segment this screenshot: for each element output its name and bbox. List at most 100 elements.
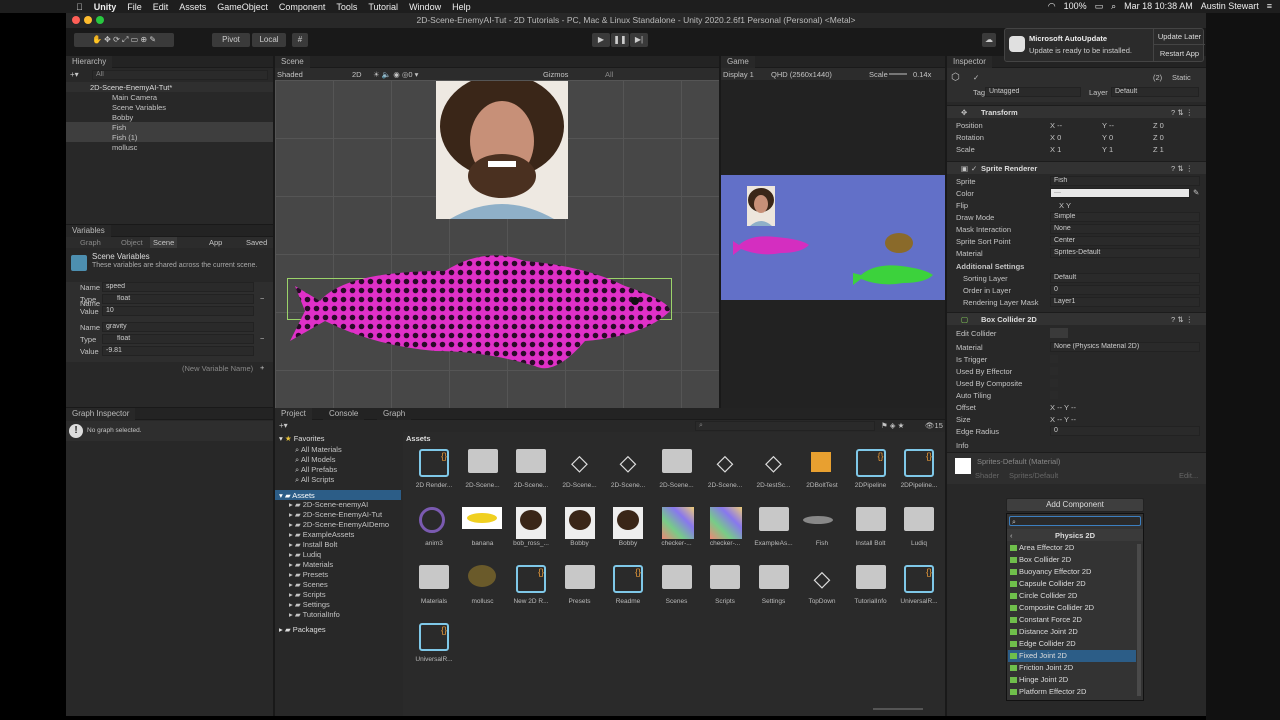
var-type-select[interactable]: float: [102, 334, 254, 344]
hierarchy-search-input[interactable]: All: [92, 70, 268, 80]
static-checkbox[interactable]: Static: [1172, 73, 1191, 82]
add-object-button[interactable]: +▾: [70, 70, 84, 79]
component-option[interactable]: Platform Effector 2D: [1008, 686, 1136, 698]
minimize-window-button[interactable]: [84, 16, 92, 24]
username[interactable]: Austin Stewart: [1201, 1, 1259, 12]
asset-item[interactable]: {} UniversalR...: [896, 562, 942, 610]
asset-item[interactable]: ◇ 2D-Scene...: [605, 446, 651, 494]
favorite-all-materials[interactable]: ⌕ All Materials: [295, 445, 342, 455]
component-option[interactable]: Composite Collider 2D: [1008, 602, 1136, 614]
2d-toggle[interactable]: 2D: [352, 70, 362, 79]
tab-inspector[interactable]: Inspector: [947, 56, 992, 68]
asset-item[interactable]: TutorialInfo: [848, 562, 894, 610]
popup-scrollbar[interactable]: [1137, 544, 1141, 696]
wifi-icon[interactable]: ◠: [1048, 1, 1056, 12]
scope-tab-saved[interactable]: Saved: [246, 238, 267, 247]
scene-search-input[interactable]: All: [605, 70, 613, 79]
shading-dropdown[interactable]: Shaded: [277, 70, 303, 79]
favorites-foldout[interactable]: ▾ ★ Favorites: [279, 434, 325, 443]
remove-variable-button[interactable]: −: [260, 334, 264, 343]
tree-folder[interactable]: ▸ ▰ Scenes: [289, 580, 328, 589]
scope-tab-object[interactable]: Object: [121, 238, 143, 247]
color-field[interactable]: —: [1050, 188, 1190, 198]
component-option[interactable]: Buoyancy Effector 2D: [1008, 566, 1136, 578]
scope-tab-graph[interactable]: Graph: [80, 238, 101, 247]
step-button[interactable]: ▶|: [630, 33, 648, 47]
sprite-renderer-header[interactable]: ▣ ✓ Sprite Renderer ? ⇅ ⋮: [947, 161, 1206, 174]
hierarchy-item-scene-variables[interactable]: Scene Variables: [66, 102, 273, 112]
restart-app-button[interactable]: Restart App: [1153, 45, 1205, 62]
scale-z[interactable]: Z 1: [1153, 145, 1164, 154]
hierarchy-item-bobby[interactable]: Bobby: [66, 112, 273, 122]
asset-item[interactable]: Presets: [557, 562, 603, 610]
asset-item[interactable]: ExampleAs...: [751, 504, 797, 552]
asset-item[interactable]: ◇ 2D-Scene...: [702, 446, 748, 494]
scale-x[interactable]: X 1: [1050, 145, 1061, 154]
component-option[interactable]: Box Collider 2D: [1008, 554, 1136, 566]
position-x[interactable]: X --: [1050, 121, 1062, 130]
component-option[interactable]: Fixed Joint 2D: [1008, 650, 1136, 662]
asset-item[interactable]: Materials: [411, 562, 457, 610]
eyedropper-icon[interactable]: ✎: [1193, 188, 1199, 197]
component-option[interactable]: Friction Joint 2D: [1008, 662, 1136, 674]
offset-fields[interactable]: X -- Y --: [1050, 403, 1076, 412]
resolution-dropdown[interactable]: QHD (2560x1440): [771, 70, 832, 79]
tree-folder[interactable]: ▸ ▰ Materials: [289, 560, 333, 569]
menu-assets[interactable]: Assets: [179, 2, 206, 12]
sprite-sort-point-dropdown[interactable]: Center: [1050, 236, 1200, 246]
asset-item[interactable]: Bobby: [605, 504, 651, 552]
used-by-effector-checkbox[interactable]: [1050, 367, 1058, 375]
var-value-field[interactable]: -9.81: [102, 346, 254, 356]
add-component-button[interactable]: Add Component: [1006, 498, 1144, 512]
tree-folder[interactable]: ▸ ▰ 2D-Scene-EnemyAIDemo: [289, 520, 389, 529]
is-trigger-checkbox[interactable]: [1050, 355, 1058, 363]
datetime[interactable]: Mar 18 10:38 AM: [1124, 1, 1193, 12]
game-viewport[interactable]: [721, 175, 945, 300]
rotation-x[interactable]: X 0: [1050, 133, 1061, 142]
tree-packages[interactable]: ▸ ▰ Packages: [279, 625, 326, 634]
component-menu-icon[interactable]: ? ⇅ ⋮: [1171, 315, 1193, 324]
scene-sprite-bobby[interactable]: [436, 81, 568, 219]
tree-folder[interactable]: ▸ ▰ 2D-Scene-EnemyAI-Tut: [289, 510, 382, 519]
var-value-field[interactable]: 10: [102, 306, 254, 316]
asset-item[interactable]: Bobby: [557, 504, 603, 552]
tree-folder[interactable]: ▸ ▰ ExampleAssets: [289, 530, 354, 539]
menu-tools[interactable]: Tools: [336, 2, 357, 12]
asset-item[interactable]: {} 2DPipeline: [848, 446, 894, 494]
transform-header[interactable]: ✥ Transform ? ⇅ ⋮: [947, 105, 1206, 118]
scale-y[interactable]: Y 1: [1102, 145, 1113, 154]
collider-material-field[interactable]: None (Physics Material 2D): [1050, 342, 1200, 352]
tree-folder[interactable]: ▸ ▰ Ludiq: [289, 550, 321, 559]
asset-item[interactable]: Scenes: [654, 562, 700, 610]
scene-view-icons[interactable]: ☀ 🔈 ◉ ◎0 ▾: [373, 70, 418, 79]
favorite-all-models[interactable]: ⌕ All Models: [295, 455, 335, 465]
asset-item[interactable]: ◇ 2D-testSc...: [751, 446, 797, 494]
asset-item[interactable]: {} Readme: [605, 562, 651, 610]
info-foldout[interactable]: Info: [956, 441, 969, 450]
component-menu-icon[interactable]: ? ⇅ ⋮: [1171, 108, 1193, 117]
menu-edit[interactable]: Edit: [153, 2, 169, 12]
tree-folder[interactable]: ▸ ▰ Presets: [289, 570, 328, 579]
tab-hierarchy[interactable]: Hierarchy: [66, 56, 113, 68]
asset-item[interactable]: {} 2D Render...: [411, 446, 457, 494]
local-toggle[interactable]: Local: [252, 33, 286, 47]
hierarchy-item-fish-1[interactable]: Fish (1): [66, 132, 273, 142]
component-menu-icon[interactable]: ? ⇅ ⋮: [1171, 164, 1193, 173]
shader-edit-button[interactable]: Edit...: [1179, 471, 1198, 480]
favorite-all-prefabs[interactable]: ⌕ All Prefabs: [295, 465, 337, 475]
rendering-layer-mask-dropdown[interactable]: Layer1: [1050, 297, 1200, 307]
asset-item[interactable]: checker-...: [702, 504, 748, 552]
menu-component[interactable]: Component: [279, 2, 326, 12]
play-button[interactable]: ▶: [592, 33, 610, 47]
asset-item[interactable]: ◇ TopDown: [799, 562, 845, 610]
additional-settings-foldout[interactable]: Additional Settings: [956, 262, 1024, 271]
menu-help[interactable]: Help: [452, 2, 471, 12]
asset-item[interactable]: 2D-Scene...: [654, 446, 700, 494]
size-fields[interactable]: X -- Y --: [1050, 415, 1076, 424]
tree-assets-root[interactable]: ▾ ▰ Assets: [275, 490, 401, 500]
hierarchy-item-fish[interactable]: Fish: [66, 122, 273, 132]
used-by-composite-checkbox[interactable]: [1050, 379, 1058, 387]
battery-percent[interactable]: 100%: [1064, 1, 1087, 12]
pivot-toggle[interactable]: Pivot: [212, 33, 250, 47]
create-asset-button[interactable]: +▾: [279, 421, 288, 430]
